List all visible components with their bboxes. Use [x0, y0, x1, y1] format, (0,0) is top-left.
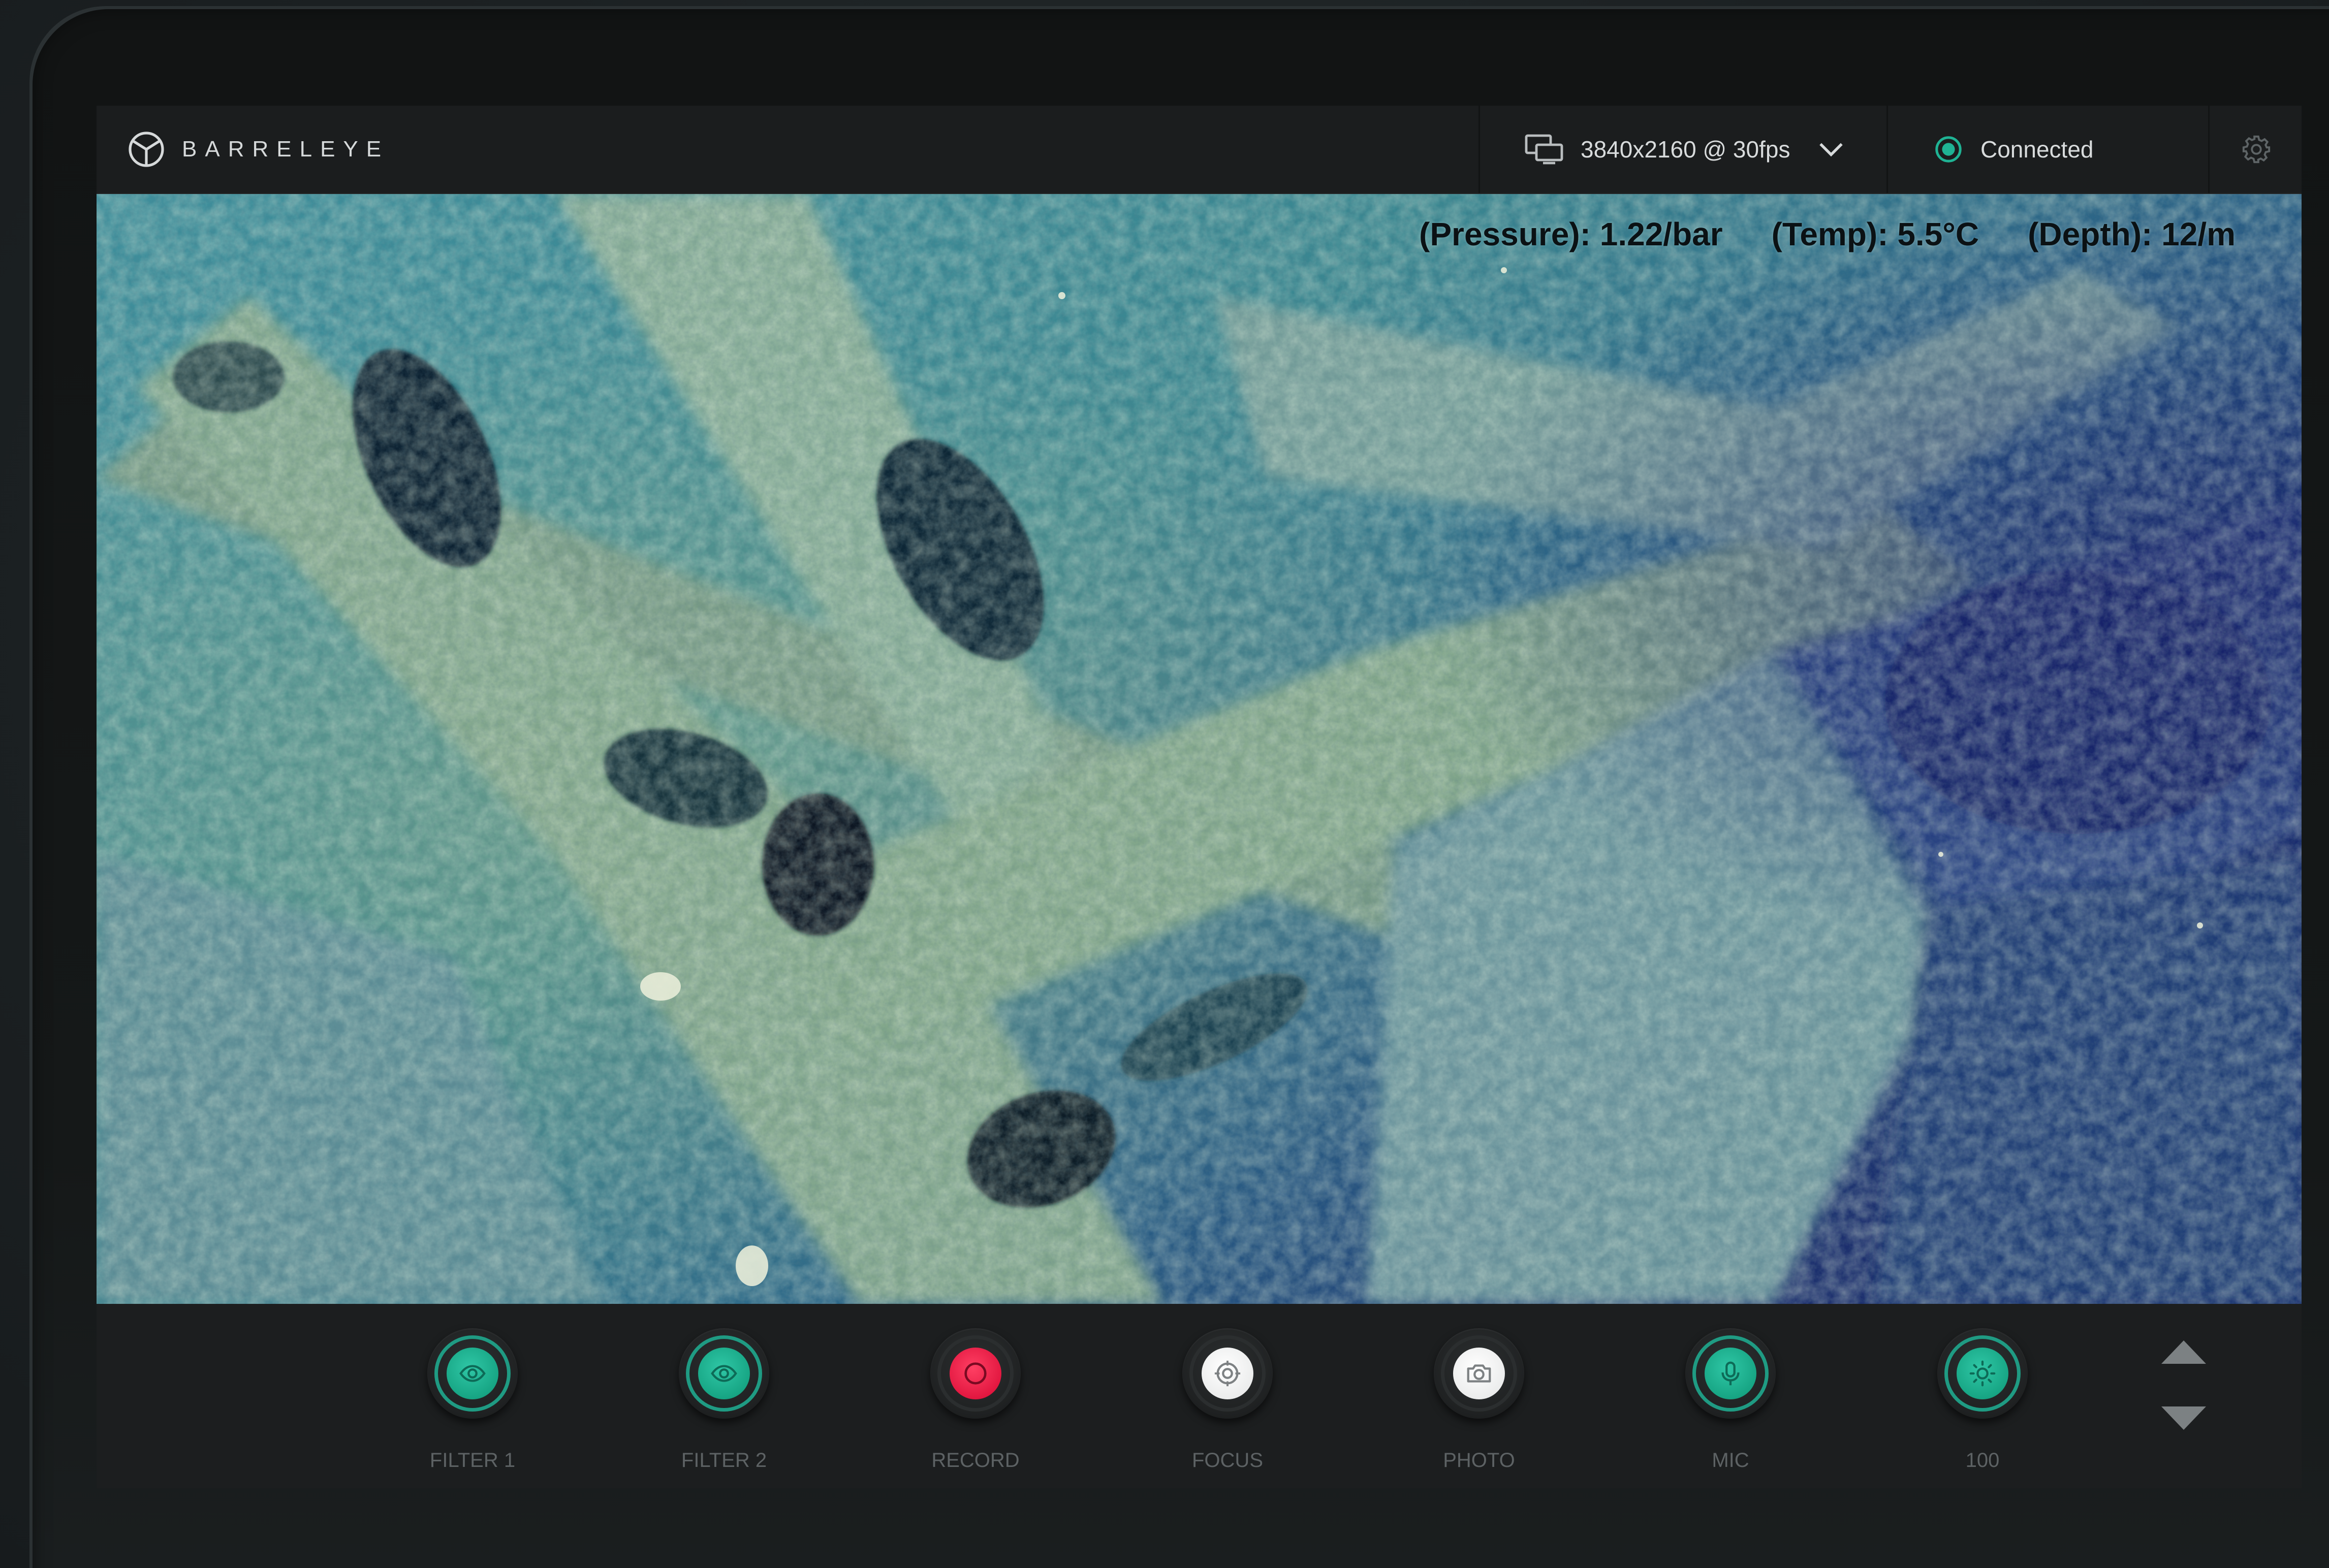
mic-button[interactable]	[1685, 1328, 1776, 1419]
resolution-selector[interactable]: 3840x2160 @ 30fps	[1478, 106, 1886, 193]
brand-name: BARRELEYE	[182, 137, 390, 162]
settings-button[interactable]	[2208, 106, 2302, 193]
temperature-readout: (Temp): 5.5°C	[1771, 216, 1979, 252]
telemetry-overlay: (Pressure): 1.22/bar (Temp): 5.5°C (Dept…	[1419, 215, 2236, 253]
record-button[interactable]	[930, 1328, 1021, 1419]
connection-label: Connected	[1980, 136, 2094, 163]
brightness-label: 100	[1965, 1449, 2000, 1471]
pressure-readout: (Pressure): 1.22/bar	[1419, 216, 1723, 252]
filter-1-button[interactable]	[427, 1328, 518, 1419]
arrow-down-icon[interactable]	[2161, 1406, 2206, 1430]
focus-control: FOCUS	[1167, 1328, 1288, 1472]
mic-control: MIC	[1670, 1328, 1791, 1472]
filter-2-button[interactable]	[679, 1328, 769, 1419]
camera-icon	[1467, 1364, 1491, 1383]
filter-2-label: FILTER 2	[681, 1449, 767, 1471]
brightness-control: 100	[1922, 1328, 2043, 1472]
brightness-button[interactable]	[1937, 1328, 2028, 1419]
filter-1-control: FILTER 1	[412, 1328, 533, 1472]
photo-label: PHOTO	[1443, 1449, 1515, 1471]
chevron-down-icon[interactable]	[1818, 142, 1844, 157]
page-background: BARRELEYE 3840x2160 @ 30fps Connected (P…	[0, 0, 2329, 1568]
arrow-up-icon[interactable]	[2161, 1340, 2206, 1364]
focus-button[interactable]	[1182, 1328, 1273, 1419]
resolution-label: 3840x2160 @ 30fps	[1581, 136, 1790, 163]
mic-label: MIC	[1712, 1449, 1749, 1471]
underwater-wreck-image	[97, 194, 2302, 1304]
barreleye-logo-icon	[129, 132, 164, 167]
photo-button[interactable]	[1434, 1328, 1524, 1419]
eye-icon	[711, 1365, 737, 1382]
record-control: RECORD	[915, 1328, 1036, 1472]
top-bar: BARRELEYE 3840x2160 @ 30fps Connected	[97, 106, 2302, 194]
record-label: RECORD	[931, 1449, 1020, 1471]
status-dot-icon	[1935, 136, 1962, 163]
scroll-arrows	[2158, 1340, 2209, 1430]
display-icon	[1525, 134, 1563, 165]
focus-label: FOCUS	[1192, 1449, 1263, 1471]
record-icon	[964, 1362, 987, 1385]
filter-2-control: FILTER 2	[663, 1328, 785, 1472]
photo-control: PHOTO	[1418, 1328, 1540, 1472]
connection-status: Connected	[1886, 106, 2208, 193]
filter-1-label: FILTER 1	[429, 1449, 516, 1471]
camera-app-screen: BARRELEYE 3840x2160 @ 30fps Connected (P…	[97, 106, 2302, 1488]
eye-icon	[459, 1365, 486, 1382]
camera-feed[interactable]: (Pressure): 1.22/bar (Temp): 5.5°C (Dept…	[97, 194, 2302, 1304]
control-bar: FILTER 1 FILTER 2 RECORD FOCUS PHOTO MIC…	[97, 1304, 2302, 1488]
brightness-icon	[1969, 1360, 1996, 1387]
focus-icon	[1214, 1360, 1241, 1387]
microphone-icon	[1721, 1361, 1740, 1386]
gear-icon	[2242, 135, 2271, 164]
brand: BARRELEYE	[126, 128, 389, 171]
depth-readout: (Depth): 12/m	[2028, 216, 2236, 252]
